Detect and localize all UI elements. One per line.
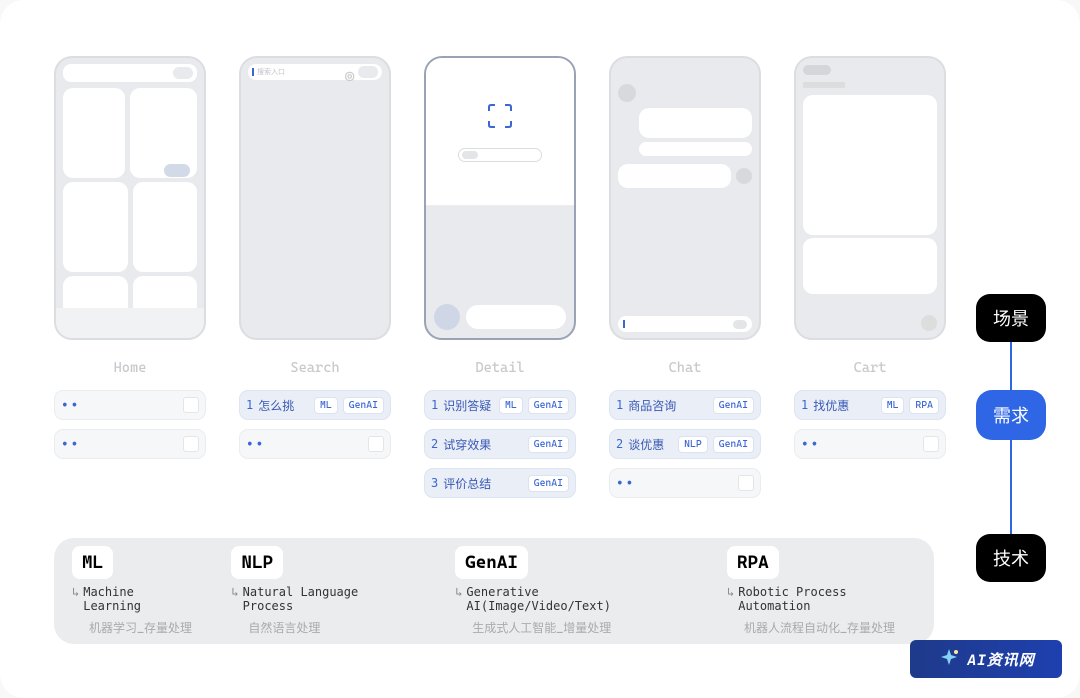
req-label: 试穿效果 (443, 436, 522, 453)
nav-line (1010, 440, 1012, 534)
mockups-row: Home •• •• 搜索入口◎ Search 1 怎么挑 ML GenAI •• (0, 0, 1080, 498)
tech-name: Natural Language Process (243, 585, 407, 613)
req-row: 2 试穿效果 GenAI (424, 429, 576, 459)
watermark: AI资讯网 (910, 640, 1062, 678)
tech-name: Generative AI(Image/Video/Text) (466, 585, 678, 613)
req-label: 评价总结 (443, 475, 522, 492)
req-num: 2 (431, 437, 438, 451)
req-row: 3 评价总结 GenAI (424, 468, 576, 498)
tag-ml: ML (881, 397, 905, 414)
tech-desc: 机器学习_存量处理 (89, 619, 192, 636)
camera-icon: ◎ (345, 67, 355, 77)
tag-genai: GenAI (528, 436, 569, 453)
req-dots: •• (61, 398, 178, 413)
tag-genai: GenAI (528, 397, 569, 414)
nav-scene[interactable]: 场景 (976, 294, 1046, 342)
tag-ml: ML (314, 397, 338, 414)
req-num: 1 (246, 398, 253, 412)
req-label: 谈优惠 (628, 436, 673, 453)
req-row: •• (794, 429, 946, 459)
cart-reqs: 1 找优惠 MLRPA •• (794, 390, 946, 459)
req-num: 1 (616, 398, 623, 412)
req-row: •• (609, 468, 761, 498)
arrow-icon: ↳ (455, 585, 462, 599)
req-dots: •• (801, 437, 918, 452)
req-row: •• (239, 429, 391, 459)
tag-genai: GenAI (343, 397, 384, 414)
tech-ml: ML ↳ Machine Learning 机器学习_存量处理 (72, 546, 192, 636)
tech-badge-nlp: NLP (231, 546, 283, 579)
req-dots: •• (246, 437, 363, 452)
search-column: 搜索入口◎ Search 1 怎么挑 ML GenAI •• (239, 56, 391, 498)
tech-desc: 生成式人工智能_增量处理 (472, 619, 678, 636)
req-row: •• (54, 390, 206, 420)
search-placeholder: 搜索入口 (257, 67, 345, 77)
tag-nlp: NLP (678, 436, 708, 453)
home-column: Home •• •• (54, 56, 206, 498)
req-dots: •• (616, 476, 733, 491)
chat-reqs: 1 商品咨询 GenAI 2 谈优惠 NLP GenAI •• (609, 390, 761, 498)
req-label: 识别答疑 (443, 397, 494, 414)
tag-genai: GenAI (713, 436, 754, 453)
arrow-icon: ↳ (231, 585, 238, 599)
req-row: 1 怎么挑 ML GenAI (239, 390, 391, 420)
detail-column: Detail 1 识别答疑 ML GenAI 2 试穿效果 GenAI 3 评价总结 GenA… (424, 56, 576, 498)
detail-phone-mockup (424, 56, 576, 340)
req-row: 1 识别答疑 ML GenAI (424, 390, 576, 420)
tech-badge-genai: GenAI (455, 546, 528, 579)
tech-genai: GenAI ↳ Generative AI(Image/Video/Text) 生… (455, 546, 678, 636)
tag-genai: GenAI (528, 475, 569, 492)
tech-badge-ml: ML (72, 546, 113, 579)
home-reqs: •• •• (54, 390, 206, 459)
req-num: 1 (801, 398, 808, 412)
search-title: Search (290, 360, 339, 376)
watermark-text: AI资讯网 (967, 649, 1035, 670)
req-label: 怎么挑 (258, 397, 309, 414)
cart-column: Cart 1 找优惠 MLRPA •• (794, 56, 946, 498)
nav-line (1010, 342, 1012, 390)
sparkle-icon (937, 647, 961, 671)
detail-reqs: 1 识别答疑 ML GenAI 2 试穿效果 GenAI 3 评价总结 GenAI (424, 390, 576, 498)
search-phone-mockup: 搜索入口◎ (239, 56, 391, 340)
tech-desc: 自然语言处理 (248, 619, 406, 636)
req-label: 商品咨询 (628, 397, 707, 414)
tag-ml: ML (499, 397, 523, 414)
req-row: 2 谈优惠 NLP GenAI (609, 429, 761, 459)
viewfinder-icon (486, 102, 514, 130)
req-row: •• (54, 429, 206, 459)
req-row: 1 商品咨询 GenAI (609, 390, 761, 420)
req-num: 2 (616, 437, 623, 451)
chat-column: Chat 1 商品咨询 GenAI 2 谈优惠 NLP GenAI •• (609, 56, 761, 498)
req-row: 1 找优惠 MLRPA (794, 390, 946, 420)
tech-name: Robotic Process Automation (738, 585, 916, 613)
tech-name: Machine Learning (83, 585, 192, 613)
right-nav: 场景 需求 技术 (976, 294, 1046, 582)
chat-phone-mockup (609, 56, 761, 340)
tag-rpa: RPA (909, 397, 939, 414)
tag-genai: GenAI (713, 397, 754, 414)
req-num: 3 (431, 476, 438, 490)
tech-desc: 机器人流程自动化_存量处理 (744, 619, 916, 636)
arrow-icon: ↳ (72, 585, 79, 599)
tech-badge-rpa: RPA (727, 546, 779, 579)
arrow-icon: ↳ (727, 585, 734, 599)
cart-title: Cart (854, 360, 887, 376)
search-reqs: 1 怎么挑 ML GenAI •• (239, 390, 391, 459)
home-phone-mockup (54, 56, 206, 340)
nav-tech[interactable]: 技术 (976, 534, 1046, 582)
tech-rpa: RPA ↳ Robotic Process Automation 机器人流程自动化… (727, 546, 916, 636)
home-title: Home (114, 360, 147, 376)
page-root: Home •• •• 搜索入口◎ Search 1 怎么挑 ML GenAI •• (0, 0, 1080, 698)
cart-phone-mockup (794, 56, 946, 340)
req-num: 1 (431, 398, 438, 412)
req-label: 找优惠 (813, 397, 875, 414)
detail-title: Detail (475, 360, 524, 376)
req-dots: •• (61, 437, 178, 452)
chat-title: Chat (669, 360, 702, 376)
nav-requirement[interactable]: 需求 (976, 390, 1046, 440)
tech-legend: ML ↳ Machine Learning 机器学习_存量处理 NLP ↳ Natu… (54, 538, 934, 644)
tech-nlp: NLP ↳ Natural Language Process 自然语言处理 (231, 546, 406, 636)
